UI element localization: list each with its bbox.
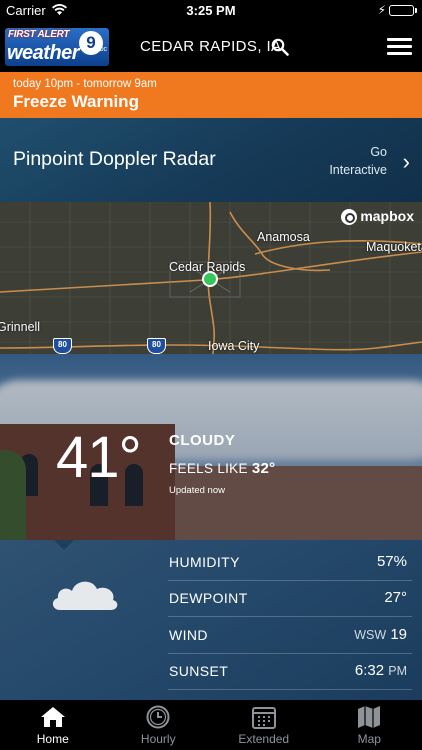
- interstate-shield: 80: [53, 338, 72, 354]
- tab-home-label: Home: [36, 732, 69, 746]
- alert-title: Freeze Warning: [13, 92, 139, 111]
- clock-time: 3:25 PM: [186, 3, 236, 18]
- status-bar: Carrier 3:25 PM ⚡: [0, 0, 422, 22]
- sunset-time: 6:32: [354, 662, 385, 679]
- map-label-grinnell: Grinnell: [0, 320, 41, 334]
- tab-hourly[interactable]: Hourly: [106, 700, 212, 750]
- detail-row-sunset: SUNSET 6:32 PM: [168, 654, 412, 690]
- humidity-value: 57%: [376, 553, 407, 570]
- chevron-right-icon: ›: [402, 149, 410, 174]
- freeze-warning-alert[interactable]: today 10pm - tomorrow 9am Freeze Warning: [0, 72, 422, 118]
- tab-extended-label: Extended: [238, 732, 290, 746]
- detail-row-dewpoint: DEWPOINT 27°: [168, 581, 412, 617]
- feels-like-label: FEELS LIKE: [169, 461, 248, 476]
- map-label-iowa-city: Iowa City: [208, 339, 260, 353]
- tab-home[interactable]: Home: [0, 700, 106, 750]
- map-label-maquoketa: Maquoketa: [366, 240, 422, 254]
- detail-row-wind: WIND WSW 19: [168, 618, 412, 654]
- current-condition: CLOUDY: [169, 432, 236, 449]
- logo-first-alert: FIRST ALERT: [8, 29, 70, 40]
- clock-icon: [146, 705, 170, 729]
- dewpoint-value: 27°: [384, 589, 407, 606]
- tab-map[interactable]: Map: [317, 700, 422, 750]
- radar-title: Pinpoint Doppler Radar: [13, 148, 216, 170]
- detail-row-humidity: HUMIDITY 57%: [168, 545, 412, 581]
- wind-value: WSW 19: [354, 626, 407, 643]
- tab-map-label: Map: [357, 732, 381, 746]
- tab-extended[interactable]: Extended: [211, 700, 317, 750]
- battery-icon: [389, 5, 414, 16]
- logo-network: abc: [95, 46, 107, 53]
- humidity-label: HUMIDITY: [169, 554, 240, 570]
- mapbox-attribution[interactable]: mapbox: [341, 208, 414, 226]
- current-temperature: 41°: [56, 425, 142, 490]
- tab-hourly-label: Hourly: [140, 732, 176, 746]
- radar-map[interactable]: mapbox Anamosa Maquoketa Cedar Rapids Gr…: [0, 202, 422, 354]
- tab-bar: Home Hourly Extended Map: [0, 700, 422, 750]
- wind-label: WIND: [169, 627, 208, 643]
- sunset-ampm: PM: [388, 664, 407, 678]
- charging-icon: ⚡: [377, 3, 386, 17]
- wind-speed: 19: [390, 626, 407, 643]
- go-line-1: Go: [370, 145, 387, 159]
- interstate-shield: 80: [147, 338, 166, 354]
- first-alert-weather-logo[interactable]: FIRST ALERT weather 9 abc: [5, 28, 109, 66]
- battery-tip: [415, 8, 417, 13]
- location-label[interactable]: CEDAR RAPIDS, IA: [140, 38, 281, 55]
- logo-weather: weather: [7, 42, 80, 64]
- mapbox-label: mapbox: [360, 208, 414, 224]
- section-pointer: [54, 540, 74, 550]
- feels-like-value: 32°: [251, 460, 276, 477]
- hamburger-menu-icon[interactable]: [387, 38, 412, 56]
- calendar-icon: [251, 707, 276, 729]
- search-icon[interactable]: [271, 38, 289, 56]
- feels-like: FEELS LIKE 32°: [169, 460, 275, 477]
- current-location-marker[interactable]: [202, 271, 218, 287]
- dewpoint-label: DEWPOINT: [169, 590, 248, 606]
- home-icon: [40, 707, 65, 727]
- go-line-2: Interactive: [329, 163, 387, 177]
- radar-banner[interactable]: Pinpoint Doppler Radar Go Interactive ›: [0, 118, 422, 202]
- go-interactive-link[interactable]: Go Interactive: [329, 143, 387, 179]
- map-icon: [358, 706, 381, 728]
- app-header: FIRST ALERT weather 9 abc CEDAR RAPIDS, …: [0, 22, 422, 72]
- wind-direction: WSW: [354, 628, 387, 642]
- sunset-value: 6:32 PM: [355, 662, 407, 679]
- updated-time: Updated now: [169, 485, 225, 496]
- current-conditions-hero: 41° CLOUDY FEELS LIKE 32° Updated now: [0, 354, 422, 540]
- sunset-label: SUNSET: [169, 663, 229, 679]
- alert-timeframe: today 10pm - tomorrow 9am: [13, 78, 157, 90]
- cloudy-icon: [52, 581, 118, 610]
- map-label-anamosa: Anamosa: [257, 230, 310, 244]
- mapbox-logo-icon: [341, 209, 358, 226]
